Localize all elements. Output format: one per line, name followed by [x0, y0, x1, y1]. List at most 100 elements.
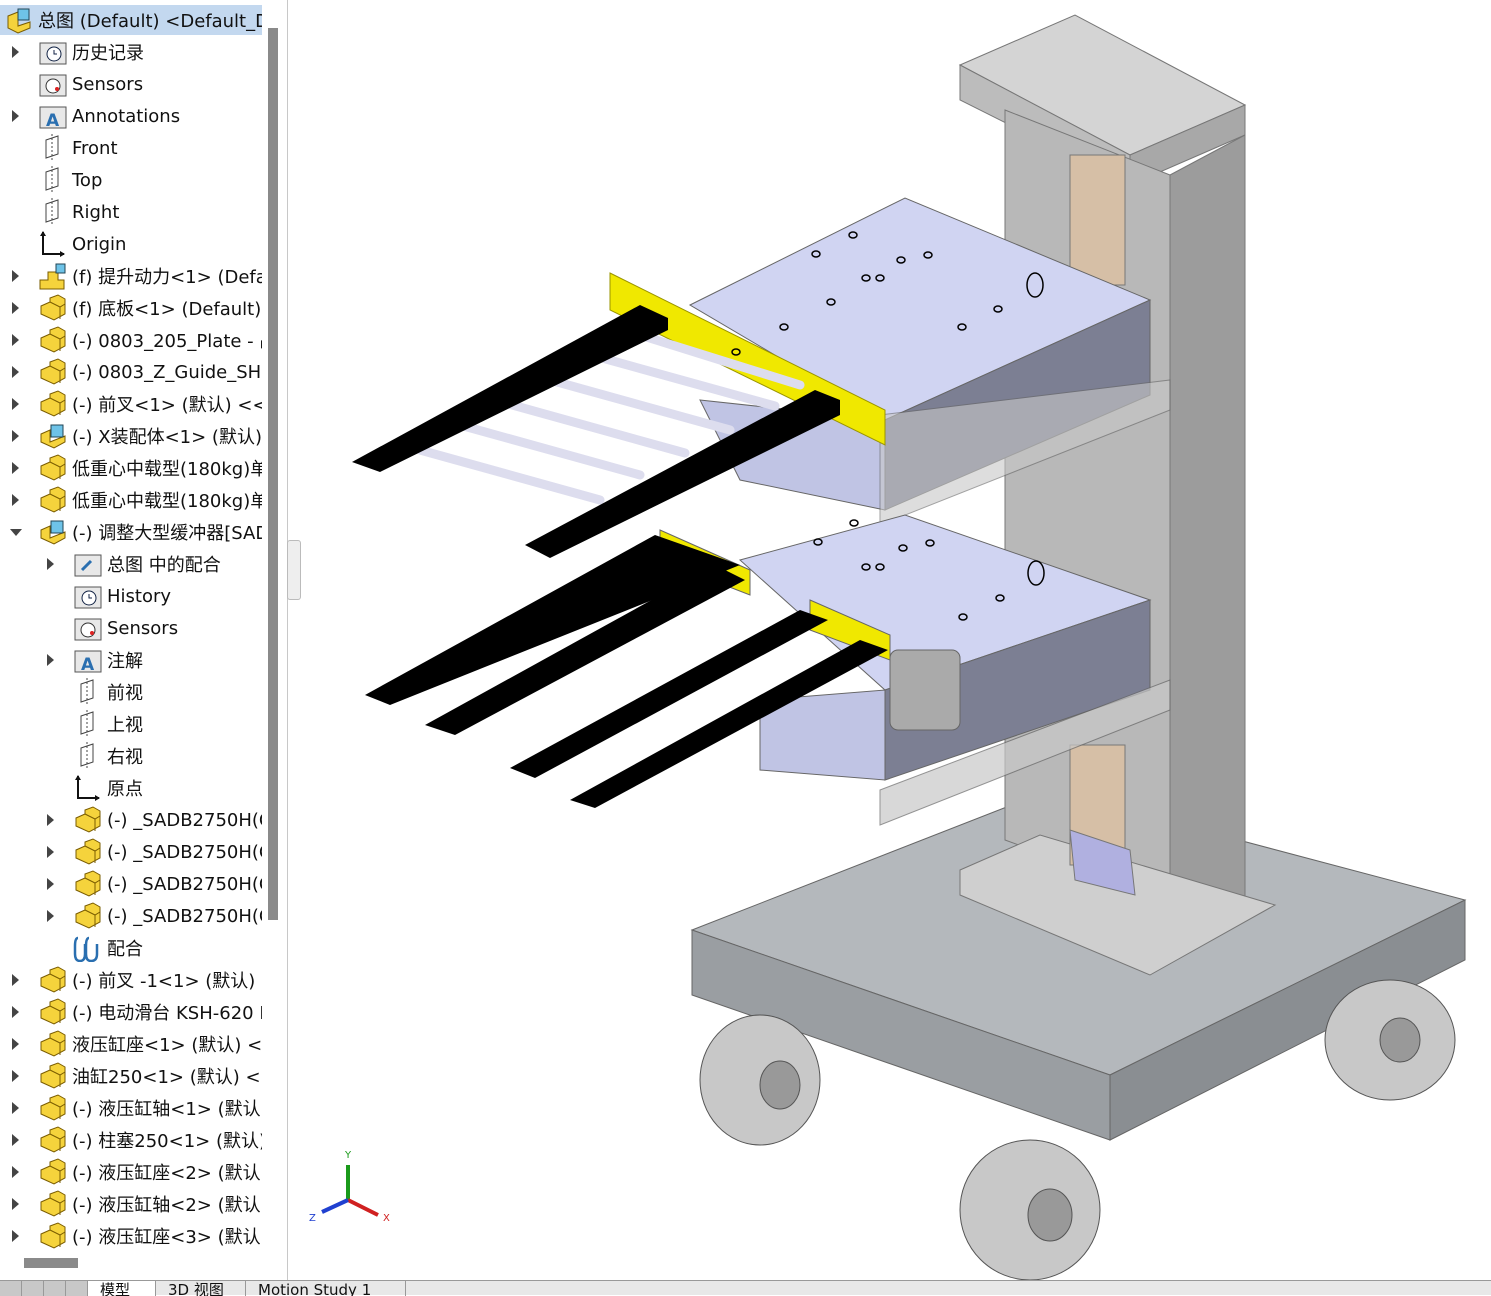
expand-arrow-icon[interactable]	[12, 1230, 19, 1242]
tree-item-label: (-) 柱塞250<1> (默认)	[72, 1131, 262, 1152]
tree-item-label: 液压缸座<1> (默认) <<	[72, 1035, 262, 1056]
tree-item[interactable]: (-) 0803_Z_Guide_SHS	[0, 357, 262, 387]
part-icon	[38, 486, 68, 514]
3d-graphics-viewport[interactable]: Y X Z	[290, 0, 1491, 1281]
expand-arrow-icon[interactable]	[12, 1070, 19, 1082]
tree-item[interactable]: (-) 液压缸轴<2> (默认)	[0, 1189, 262, 1219]
tree-item[interactable]: (-) _SADB2750H(C	[0, 869, 262, 899]
prev-tab-button[interactable]	[22, 1281, 44, 1296]
tree-item-label: (-) _SADB2750H(C	[107, 873, 262, 895]
expand-arrow-icon[interactable]	[12, 398, 19, 410]
tree-item[interactable]: 液压缸座<1> (默认) <<	[0, 1029, 262, 1059]
expand-arrow-icon[interactable]	[12, 1134, 19, 1146]
tree-item-label: Front	[72, 137, 118, 159]
expand-arrow-icon[interactable]	[12, 1102, 19, 1114]
tree-item[interactable]: (-) 前叉<1> (默认) <<默	[0, 389, 262, 419]
tree-item[interactable]: History	[0, 581, 262, 611]
expand-arrow-icon[interactable]	[47, 558, 54, 570]
expand-arrow-icon[interactable]	[12, 366, 19, 378]
expand-arrow-icon[interactable]	[12, 430, 19, 442]
tree-item-label: (-) 前叉 -1<1> (默认) <	[72, 971, 262, 992]
expand-arrow-icon[interactable]	[12, 334, 19, 346]
tree-item[interactable]: 低重心中载型(180kg)单	[0, 485, 262, 515]
expand-arrow-icon[interactable]	[12, 46, 19, 58]
tab-model[interactable]: 模型	[88, 1281, 156, 1296]
expand-arrow-icon[interactable]	[12, 270, 19, 282]
collapse-arrow-icon[interactable]	[10, 529, 22, 536]
tree-item[interactable]: (-) 调整大型缓冲器[SAD	[0, 517, 262, 547]
tree-item[interactable]: (-) 液压缸座<2> (默认)	[0, 1157, 262, 1187]
tree-item[interactable]: (-) 液压缸轴<1> (默认)	[0, 1093, 262, 1123]
tree-vertical-scrollbar[interactable]	[268, 28, 278, 920]
expand-arrow-icon[interactable]	[12, 1006, 19, 1018]
tree-item[interactable]: (-) _SADB2750H(C	[0, 837, 262, 867]
tab-3d-view[interactable]: 3D 视图	[156, 1281, 246, 1296]
part-icon	[38, 966, 68, 994]
part-icon	[38, 1222, 68, 1250]
tree-item[interactable]: (-) 前叉 -1<1> (默认) <	[0, 965, 262, 995]
last-tab-button[interactable]	[66, 1281, 88, 1296]
svg-text:A: A	[46, 111, 60, 130]
tree-item[interactable]: Origin	[0, 229, 262, 259]
tree-item[interactable]: 低重心中载型(180kg)单	[0, 453, 262, 483]
tree-item[interactable]: (-) 液压缸座<3> (默认)	[0, 1221, 262, 1251]
mates-icon	[73, 934, 103, 963]
tree-item-label: (-) 前叉<1> (默认) <<默	[72, 395, 262, 416]
tree-item[interactable]: 原点	[0, 773, 262, 803]
tree-item[interactable]: (-) _SADB2750H(C	[0, 805, 262, 835]
expand-arrow-icon[interactable]	[47, 878, 54, 890]
expand-arrow-icon[interactable]	[47, 814, 54, 826]
tree-item[interactable]: Sensors	[0, 69, 262, 99]
part-icon	[38, 1062, 68, 1090]
tree-item[interactable]: Top	[0, 165, 262, 195]
part-icon	[73, 806, 103, 834]
expand-arrow-icon[interactable]	[12, 1166, 19, 1178]
tree-item[interactable]: Sensors	[0, 613, 262, 643]
tree-item[interactable]: 前视	[0, 677, 262, 707]
plane-icon	[38, 198, 68, 226]
expand-arrow-icon[interactable]	[12, 1198, 19, 1210]
expand-arrow-icon[interactable]	[12, 974, 19, 986]
tree-item[interactable]: 右视	[0, 741, 262, 771]
part-icon	[73, 838, 103, 866]
tree-item[interactable]: Front	[0, 133, 262, 163]
tree-item[interactable]: A 注解	[0, 645, 262, 675]
first-tab-button[interactable]	[0, 1281, 22, 1296]
expand-arrow-icon[interactable]	[12, 110, 19, 122]
tree-item[interactable]: A Annotations	[0, 101, 262, 131]
history-folder-icon	[73, 582, 103, 610]
tree-item-label: 前视	[107, 683, 143, 704]
tree-item-label: Sensors	[107, 617, 179, 639]
part-icon	[38, 998, 68, 1026]
tree-item[interactable]: 上视	[0, 709, 262, 739]
sensors-folder-icon	[73, 614, 103, 642]
tree-root-assembly[interactable]: 总图 (Default) <Default_Di	[0, 5, 262, 35]
next-tab-button[interactable]	[44, 1281, 66, 1296]
expand-arrow-icon[interactable]	[12, 462, 19, 474]
tree-item[interactable]: 配合	[0, 933, 262, 963]
tree-item[interactable]: 油缸250<1> (默认) <<	[0, 1061, 262, 1091]
tree-item[interactable]: (f) 底板<1> (Default) <	[0, 293, 262, 323]
tree-item[interactable]: (f) 提升动力<1> (Defau	[0, 261, 262, 291]
tree-item[interactable]: (-) 0803_205_Plate - 晶	[0, 325, 262, 355]
tree-item[interactable]: (-) X装配体<1> (默认)	[0, 421, 262, 451]
tree-item-label: (-) X装配体<1> (默认)	[72, 427, 262, 448]
plane-icon	[73, 710, 103, 738]
expand-arrow-icon[interactable]	[12, 494, 19, 506]
tree-item[interactable]: Right	[0, 197, 262, 227]
expand-arrow-icon[interactable]	[12, 302, 19, 314]
expand-arrow-icon[interactable]	[12, 1038, 19, 1050]
tree-item[interactable]: (-) 柱塞250<1> (默认)	[0, 1125, 262, 1155]
svg-text:A: A	[81, 655, 95, 674]
tab-motion-study[interactable]: Motion Study 1	[246, 1281, 406, 1296]
expand-arrow-icon[interactable]	[47, 654, 54, 666]
tree-horizontal-scrollbar[interactable]	[24, 1258, 78, 1268]
tree-item[interactable]: 历史记录	[0, 37, 262, 67]
tree-item-label: (-) 0803_205_Plate - 晶	[72, 331, 262, 352]
tree-item[interactable]: (-) 电动滑台 KSH-620 E	[0, 997, 262, 1027]
expand-arrow-icon[interactable]	[47, 910, 54, 922]
triad-x-label: X	[383, 1213, 390, 1224]
tree-item[interactable]: 总图 中的配合	[0, 549, 262, 579]
expand-arrow-icon[interactable]	[47, 846, 54, 858]
tree-item[interactable]: (-) _SADB2750H(C	[0, 901, 262, 931]
